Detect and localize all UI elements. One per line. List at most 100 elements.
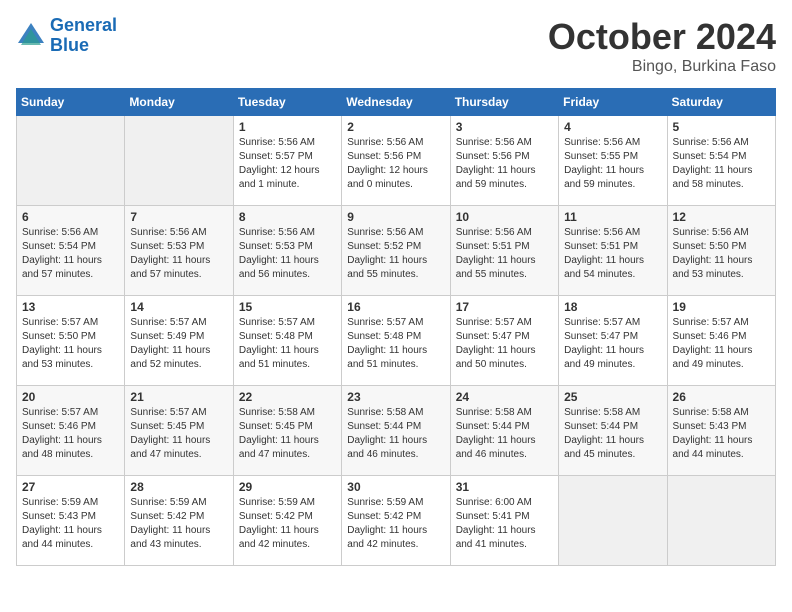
logo-line2: Blue — [50, 35, 89, 55]
page-header: General Blue October 2024 Bingo, Burkina… — [16, 16, 776, 76]
calendar-cell: 11Sunrise: 5:56 AM Sunset: 5:51 PM Dayli… — [559, 206, 667, 296]
title-block: October 2024 Bingo, Burkina Faso — [548, 16, 776, 76]
day-number: 21 — [130, 390, 227, 404]
day-number: 29 — [239, 480, 336, 494]
day-info: Sunrise: 5:56 AM Sunset: 5:51 PM Dayligh… — [564, 226, 661, 282]
day-info: Sunrise: 5:57 AM Sunset: 5:50 PM Dayligh… — [22, 316, 119, 372]
day-number: 13 — [22, 300, 119, 314]
month-title: October 2024 — [548, 16, 776, 58]
calendar-cell: 30 Sunrise: 5:59 AM Sunset: 5:42 PM Dayli… — [342, 476, 450, 566]
calendar-cell: 29 Sunrise: 5:59 AM Sunset: 5:42 PM Dayli… — [233, 476, 341, 566]
day-number: 28 — [130, 480, 227, 494]
day-info: Sunrise: 5:59 AM Sunset: 5:42 PM Dayligh… — [239, 496, 336, 552]
calendar-cell: 23 Sunrise: 5:58 AM Sunset: 5:44 PM Dayli… — [342, 386, 450, 476]
calendar-cell: 21 Sunrise: 5:57 AM Sunset: 5:45 PM Dayli… — [125, 386, 233, 476]
calendar-cell: 22 Sunrise: 5:58 AM Sunset: 5:45 PM Dayli… — [233, 386, 341, 476]
calendar-cell: 13 Sunrise: 5:57 AM Sunset: 5:50 PM Dayli… — [17, 296, 125, 386]
day-number: 22 — [239, 390, 336, 404]
calendar-cell: 25 Sunrise: 5:58 AM Sunset: 5:44 PM Dayli… — [559, 386, 667, 476]
day-info: Sunrise: 5:59 AM Sunset: 5:42 PM Dayligh… — [347, 496, 444, 552]
calendar-cell — [17, 116, 125, 206]
day-info: Sunrise: 5:56 AM Sunset: 5:54 PM Dayligh… — [22, 226, 119, 282]
day-info: Sunrise: 5:58 AM Sunset: 5:44 PM Dayligh… — [564, 406, 661, 462]
calendar-cell: 14Sunrise: 5:57 AM Sunset: 5:49 PM Dayli… — [125, 296, 233, 386]
calendar-cell: 1 Sunrise: 5:56 AM Sunset: 5:57 PM Daylig… — [233, 116, 341, 206]
calendar-week-row: 20 Sunrise: 5:57 AM Sunset: 5:46 PM Dayli… — [17, 386, 776, 476]
day-info: Sunrise: 5:56 AM Sunset: 5:50 PM Dayligh… — [673, 226, 770, 282]
logo: General Blue — [16, 16, 117, 56]
day-info: Sunrise: 5:58 AM Sunset: 5:45 PM Dayligh… — [239, 406, 336, 462]
day-info: Sunrise: 5:59 AM Sunset: 5:43 PM Dayligh… — [22, 496, 119, 552]
day-number: 14 — [130, 300, 227, 314]
day-info: Sunrise: 5:57 AM Sunset: 5:47 PM Dayligh… — [456, 316, 553, 372]
day-info: Sunrise: 5:57 AM Sunset: 5:47 PM Dayligh… — [564, 316, 661, 372]
day-info: Sunrise: 5:59 AM Sunset: 5:42 PM Dayligh… — [130, 496, 227, 552]
day-info: Sunrise: 5:57 AM Sunset: 5:45 PM Dayligh… — [130, 406, 227, 462]
day-info: Sunrise: 5:57 AM Sunset: 5:48 PM Dayligh… — [239, 316, 336, 372]
day-number: 1 — [239, 120, 336, 134]
day-info: Sunrise: 5:56 AM Sunset: 5:52 PM Dayligh… — [347, 226, 444, 282]
day-info: Sunrise: 5:56 AM Sunset: 5:56 PM Dayligh… — [347, 136, 444, 192]
weekday-header-thursday: Thursday — [450, 89, 558, 116]
calendar-cell: 7Sunrise: 5:56 AM Sunset: 5:53 PM Daylig… — [125, 206, 233, 296]
calendar-table: SundayMondayTuesdayWednesdayThursdayFrid… — [16, 88, 776, 566]
day-number: 5 — [673, 120, 770, 134]
day-info: Sunrise: 5:57 AM Sunset: 5:46 PM Dayligh… — [22, 406, 119, 462]
day-number: 25 — [564, 390, 661, 404]
day-number: 4 — [564, 120, 661, 134]
day-number: 27 — [22, 480, 119, 494]
calendar-cell: 27 Sunrise: 5:59 AM Sunset: 5:43 PM Dayli… — [17, 476, 125, 566]
calendar-cell — [559, 476, 667, 566]
calendar-cell: 24Sunrise: 5:58 AM Sunset: 5:44 PM Dayli… — [450, 386, 558, 476]
calendar-week-row: 13 Sunrise: 5:57 AM Sunset: 5:50 PM Dayli… — [17, 296, 776, 386]
day-number: 10 — [456, 210, 553, 224]
weekday-header-friday: Friday — [559, 89, 667, 116]
day-number: 8 — [239, 210, 336, 224]
calendar-cell — [667, 476, 775, 566]
day-number: 18 — [564, 300, 661, 314]
calendar-cell: 3 Sunrise: 5:56 AM Sunset: 5:56 PM Daylig… — [450, 116, 558, 206]
day-number: 31 — [456, 480, 553, 494]
calendar-cell: 28 Sunrise: 5:59 AM Sunset: 5:42 PM Dayli… — [125, 476, 233, 566]
day-number: 3 — [456, 120, 553, 134]
calendar-cell: 9Sunrise: 5:56 AM Sunset: 5:52 PM Daylig… — [342, 206, 450, 296]
calendar-cell: 16 Sunrise: 5:57 AM Sunset: 5:48 PM Dayli… — [342, 296, 450, 386]
day-number: 30 — [347, 480, 444, 494]
day-info: Sunrise: 5:56 AM Sunset: 5:53 PM Dayligh… — [130, 226, 227, 282]
logo-line1: General — [50, 15, 117, 35]
day-number: 20 — [22, 390, 119, 404]
day-info: Sunrise: 5:56 AM Sunset: 5:57 PM Dayligh… — [239, 136, 336, 192]
calendar-cell: 18 Sunrise: 5:57 AM Sunset: 5:47 PM Dayli… — [559, 296, 667, 386]
day-info: Sunrise: 5:56 AM Sunset: 5:56 PM Dayligh… — [456, 136, 553, 192]
calendar-cell: 31 Sunrise: 6:00 AM Sunset: 5:41 PM Dayli… — [450, 476, 558, 566]
calendar-cell: 4Sunrise: 5:56 AM Sunset: 5:55 PM Daylig… — [559, 116, 667, 206]
day-number: 19 — [673, 300, 770, 314]
day-number: 2 — [347, 120, 444, 134]
weekday-header-wednesday: Wednesday — [342, 89, 450, 116]
location-title: Bingo, Burkina Faso — [548, 58, 776, 76]
weekday-header-saturday: Saturday — [667, 89, 775, 116]
day-number: 23 — [347, 390, 444, 404]
calendar-cell: 19Sunrise: 5:57 AM Sunset: 5:46 PM Dayli… — [667, 296, 775, 386]
day-info: Sunrise: 6:00 AM Sunset: 5:41 PM Dayligh… — [456, 496, 553, 552]
calendar-cell: 26 Sunrise: 5:58 AM Sunset: 5:43 PM Dayli… — [667, 386, 775, 476]
calendar-week-row: 27 Sunrise: 5:59 AM Sunset: 5:43 PM Dayli… — [17, 476, 776, 566]
calendar-cell: 2 Sunrise: 5:56 AM Sunset: 5:56 PM Daylig… — [342, 116, 450, 206]
calendar-week-row: 6 Sunrise: 5:56 AM Sunset: 5:54 PM Daylig… — [17, 206, 776, 296]
day-number: 12 — [673, 210, 770, 224]
weekday-header-monday: Monday — [125, 89, 233, 116]
day-info: Sunrise: 5:57 AM Sunset: 5:48 PM Dayligh… — [347, 316, 444, 372]
calendar-cell: 20 Sunrise: 5:57 AM Sunset: 5:46 PM Dayli… — [17, 386, 125, 476]
day-info: Sunrise: 5:58 AM Sunset: 5:43 PM Dayligh… — [673, 406, 770, 462]
logo-icon — [16, 21, 46, 51]
calendar-cell: 5Sunrise: 5:56 AM Sunset: 5:54 PM Daylig… — [667, 116, 775, 206]
day-number: 26 — [673, 390, 770, 404]
day-info: Sunrise: 5:56 AM Sunset: 5:51 PM Dayligh… — [456, 226, 553, 282]
day-number: 24 — [456, 390, 553, 404]
weekday-header-row: SundayMondayTuesdayWednesdayThursdayFrid… — [17, 89, 776, 116]
day-number: 16 — [347, 300, 444, 314]
calendar-cell: 15Sunrise: 5:57 AM Sunset: 5:48 PM Dayli… — [233, 296, 341, 386]
day-info: Sunrise: 5:58 AM Sunset: 5:44 PM Dayligh… — [347, 406, 444, 462]
day-number: 6 — [22, 210, 119, 224]
calendar-cell: 6 Sunrise: 5:56 AM Sunset: 5:54 PM Daylig… — [17, 206, 125, 296]
